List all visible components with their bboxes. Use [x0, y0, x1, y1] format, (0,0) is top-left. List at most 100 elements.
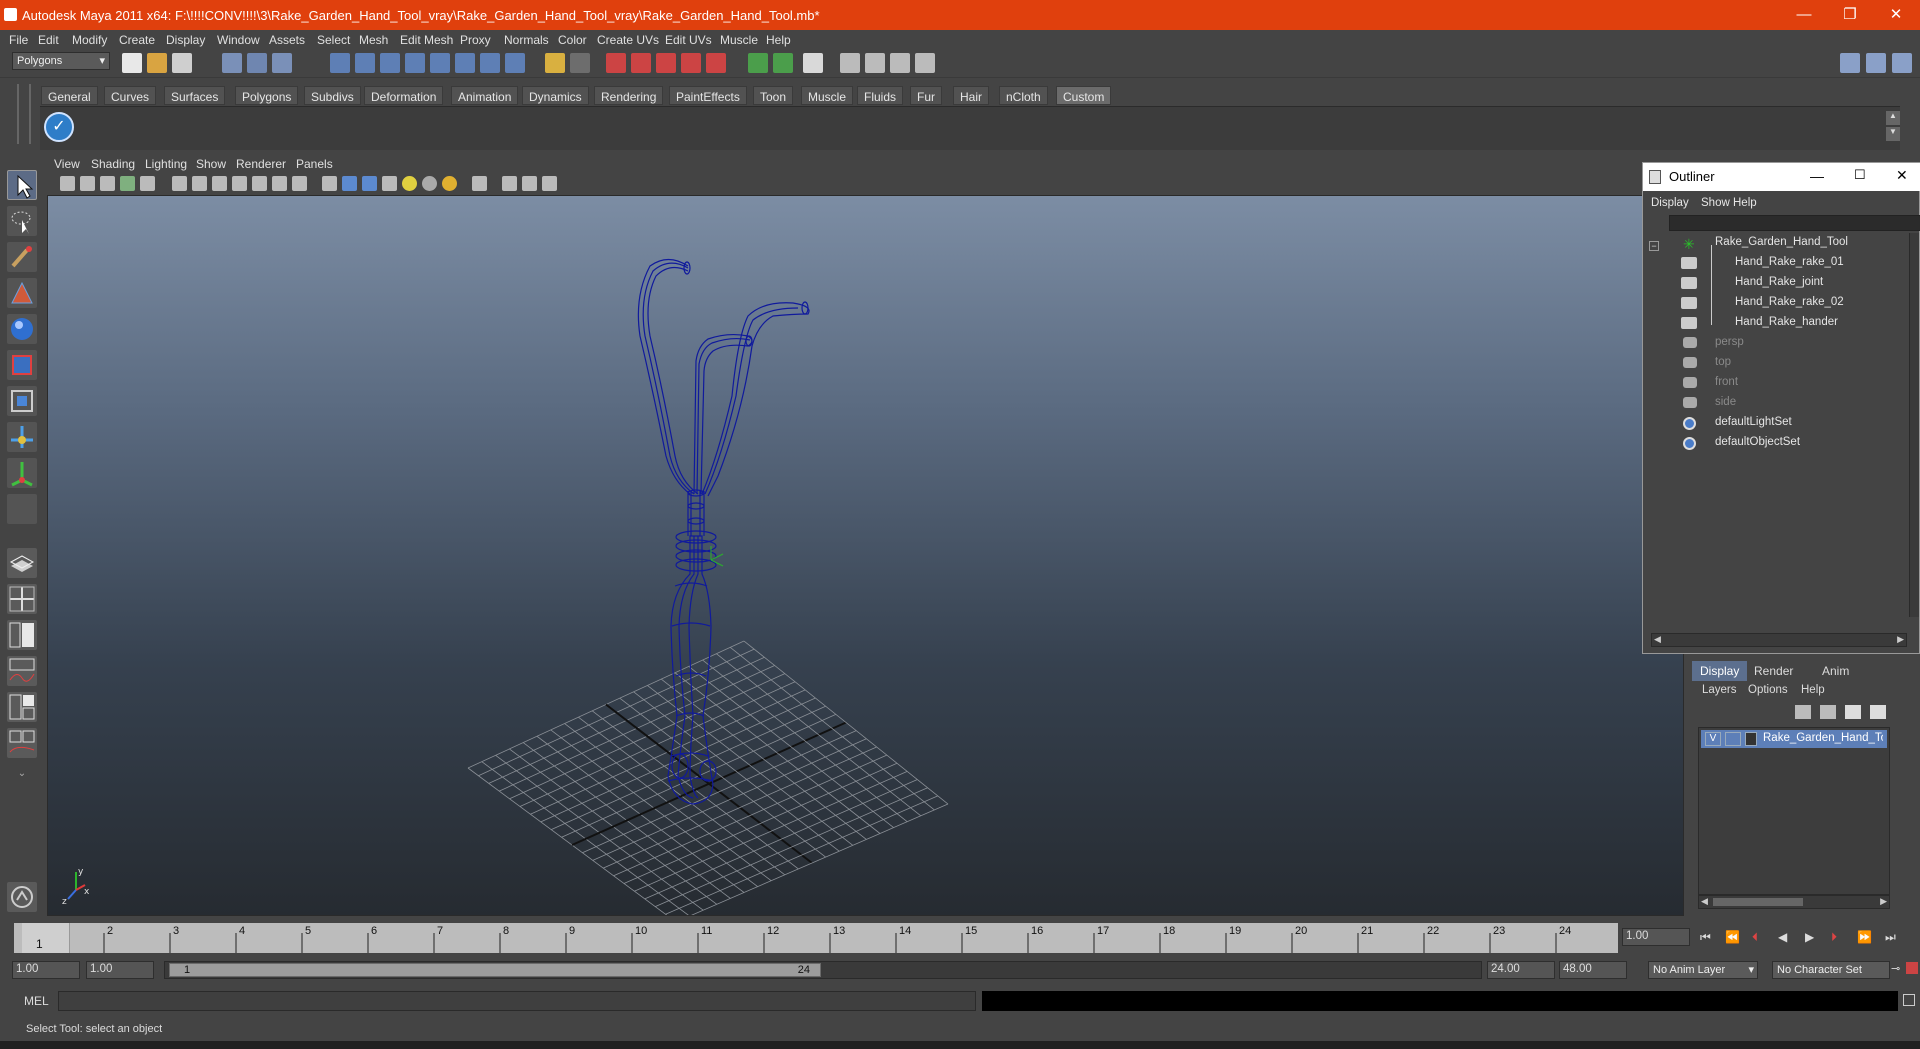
- command-input[interactable]: [58, 991, 976, 1011]
- scroll-right-icon[interactable]: ▶: [1897, 634, 1904, 645]
- layer-name[interactable]: Rake_Garden_Hand_Tool: [1763, 732, 1883, 744]
- symmetry-icon[interactable]: [706, 53, 726, 73]
- command-language-label[interactable]: MEL: [24, 994, 49, 1008]
- lasso-tool-icon[interactable]: [7, 206, 37, 236]
- universal-manipulator-icon[interactable]: [7, 386, 37, 416]
- menu-file[interactable]: File: [9, 33, 28, 47]
- safe-action-icon[interactable]: [272, 176, 287, 191]
- outliner-persp-layout-icon[interactable]: [7, 620, 37, 650]
- show-manipulator-icon[interactable]: [7, 458, 37, 488]
- ipr-render-icon[interactable]: [803, 53, 823, 73]
- film-gate-icon[interactable]: [192, 176, 207, 191]
- panel-menu-lighting[interactable]: Lighting: [145, 157, 187, 171]
- layer-tab-render[interactable]: Render: [1754, 664, 1793, 678]
- shelf-tab-dynamics[interactable]: Dynamics: [522, 86, 589, 105]
- panel-menu-panels[interactable]: Panels: [296, 157, 333, 171]
- render-settings-icon[interactable]: [840, 53, 860, 73]
- menu-edit-uvs[interactable]: Edit UVs: [665, 33, 712, 47]
- shelf-tab-animation[interactable]: Animation: [451, 86, 519, 105]
- outliner-item[interactable]: side: [1715, 396, 1736, 408]
- new-scene-icon[interactable]: [122, 53, 142, 73]
- rotate-tool-icon[interactable]: [7, 314, 37, 344]
- step-back-frame-icon[interactable]: ⏴: [1752, 930, 1758, 945]
- playback-end-field[interactable]: 24.00: [1487, 961, 1555, 979]
- outliner-item[interactable]: Hand_Rake_hander: [1735, 316, 1838, 328]
- menu-help[interactable]: Help: [766, 33, 791, 47]
- more-layouts-chevron-icon[interactable]: ⌄: [7, 768, 37, 784]
- scale-tool-icon[interactable]: [7, 350, 37, 380]
- high-quality-lighting-icon[interactable]: [442, 176, 457, 191]
- history-icon[interactable]: [606, 53, 626, 73]
- step-forward-key-icon[interactable]: ⏩: [1857, 930, 1872, 944]
- shelf-tab-painteffects[interactable]: PaintEffects: [669, 86, 747, 105]
- play-forwards-icon[interactable]: ▶: [1805, 930, 1814, 944]
- panel-menu-show[interactable]: Show: [196, 157, 226, 171]
- resolution-gate-icon[interactable]: [212, 176, 227, 191]
- shelf-tab-muscle[interactable]: Muscle: [801, 86, 854, 105]
- playback-start-field[interactable]: 1.00: [86, 961, 154, 979]
- perspective-viewport[interactable]: x y z: [47, 195, 1684, 916]
- outliner-maximize-button[interactable]: ☐: [1854, 167, 1866, 183]
- hypershade-icon[interactable]: [865, 53, 885, 73]
- select-input-icon[interactable]: [570, 53, 590, 73]
- last-tool-icon[interactable]: [7, 494, 37, 524]
- layer-horizontal-scrollbar[interactable]: ◀ ▶: [1698, 895, 1890, 909]
- panel-menu-view[interactable]: View: [54, 157, 80, 171]
- scroll-thumb[interactable]: [1713, 898, 1803, 906]
- close-button[interactable]: ✕: [1873, 0, 1919, 30]
- shelf-options-handle[interactable]: [17, 84, 31, 144]
- step-forward-frame-icon[interactable]: ⏵: [1831, 930, 1837, 945]
- move-layer-down-icon[interactable]: [1820, 705, 1836, 719]
- outliner-item[interactable]: Hand_Rake_rake_01: [1735, 256, 1844, 268]
- outliner-close-button[interactable]: ✕: [1896, 167, 1908, 184]
- safe-title-icon[interactable]: [292, 176, 307, 191]
- snap-curve-icon[interactable]: [380, 53, 400, 73]
- select-camera-icon[interactable]: [60, 176, 75, 191]
- menu-normals[interactable]: Normals: [504, 33, 549, 47]
- step-back-key-icon[interactable]: ⏪: [1725, 930, 1740, 944]
- shelf-tab-fur[interactable]: Fur: [910, 86, 942, 105]
- go-to-start-icon[interactable]: ⏮: [1700, 930, 1711, 945]
- move-layer-up-icon[interactable]: [1795, 705, 1811, 719]
- snap-magnet-icon[interactable]: [681, 53, 701, 73]
- outliner-horizontal-scrollbar[interactable]: ◀ ▶: [1651, 633, 1907, 647]
- pick-mask-icon[interactable]: [330, 53, 350, 73]
- current-time-marker[interactable]: [22, 923, 70, 953]
- layer-tab-anim[interactable]: Anim: [1822, 664, 1849, 678]
- select-object-icon[interactable]: [247, 53, 267, 73]
- select-component-icon[interactable]: [272, 53, 292, 73]
- shadows-icon[interactable]: [422, 176, 437, 191]
- snap-point-icon[interactable]: [405, 53, 425, 73]
- show-channel-box-icon[interactable]: [1892, 53, 1912, 73]
- collapse-toggle-icon[interactable]: −: [1649, 241, 1659, 251]
- magnet-icon[interactable]: [656, 53, 676, 73]
- bookmarks-icon[interactable]: [100, 176, 115, 191]
- shelf-tab-ncloth[interactable]: nCloth: [999, 86, 1048, 105]
- shelf-tab-hair[interactable]: Hair: [953, 86, 990, 105]
- shelf-tab-curves[interactable]: Curves: [104, 86, 157, 105]
- menu-create-uvs[interactable]: Create UVs: [597, 33, 659, 47]
- outliner-item[interactable]: top: [1715, 356, 1731, 368]
- outliner-item[interactable]: defaultObjectSet: [1715, 436, 1800, 448]
- graph-editor-layout-icon[interactable]: [7, 656, 37, 686]
- shelf-tab-general[interactable]: General: [41, 86, 98, 105]
- restore-button[interactable]: ❐: [1827, 0, 1873, 30]
- outliner-menu-display[interactable]: Display: [1651, 197, 1689, 209]
- menu-proxy[interactable]: Proxy: [460, 33, 491, 47]
- smooth-shade-icon[interactable]: [342, 176, 357, 191]
- help-query-icon[interactable]: [505, 53, 525, 73]
- panel-menu-shading[interactable]: Shading: [91, 157, 135, 171]
- menu-window[interactable]: Window: [217, 33, 260, 47]
- field-chart-icon[interactable]: [252, 176, 267, 191]
- outliner-item[interactable]: persp: [1715, 336, 1744, 348]
- soft-modification-icon[interactable]: [7, 422, 37, 452]
- scroll-left-icon[interactable]: ◀: [1701, 896, 1708, 907]
- scroll-right-icon[interactable]: ▶: [1880, 896, 1887, 907]
- wireframe-on-shaded-icon[interactable]: [362, 176, 377, 191]
- script-editor-icon[interactable]: [1903, 994, 1915, 1006]
- layer-row[interactable]: V Rake_Garden_Hand_Tool: [1701, 730, 1887, 748]
- lock-icon[interactable]: [545, 53, 565, 73]
- two-d-pan-zoom-icon[interactable]: [140, 176, 155, 191]
- layer-visibility-toggle[interactable]: V: [1705, 732, 1721, 746]
- menu-set-dropdown[interactable]: Polygons ▾: [12, 52, 110, 70]
